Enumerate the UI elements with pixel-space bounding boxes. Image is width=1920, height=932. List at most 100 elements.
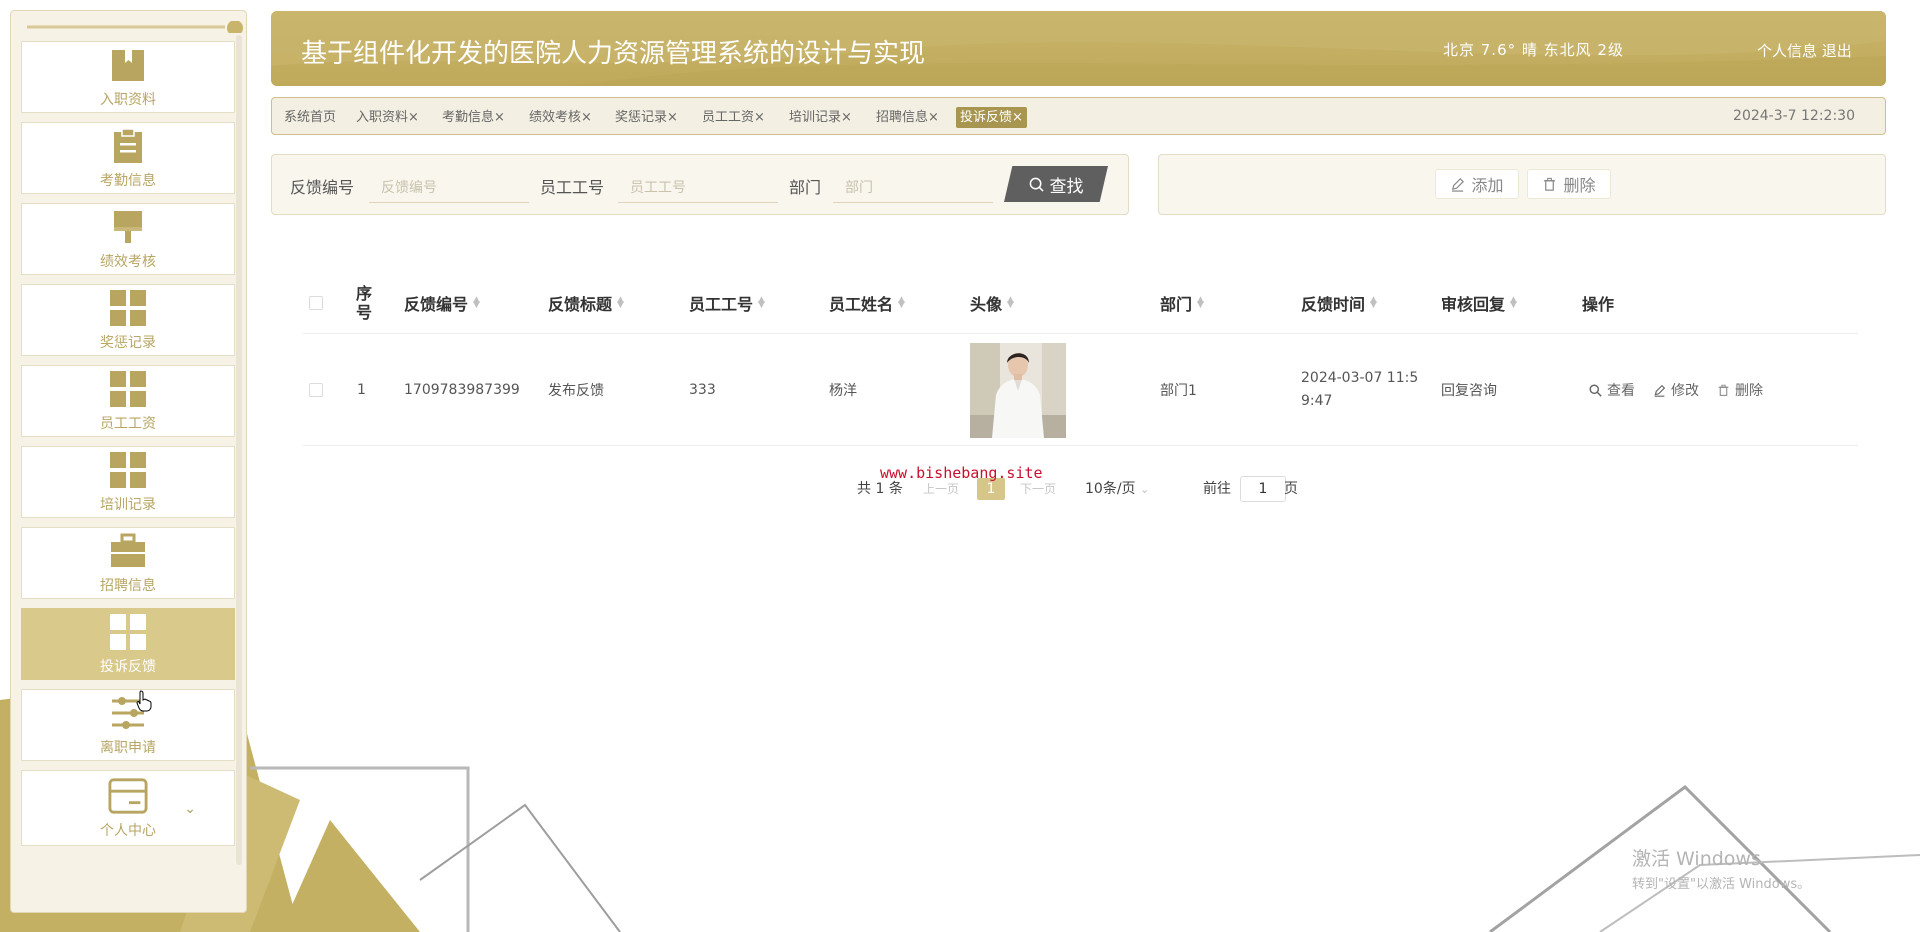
cell-emp-no: 333 <box>689 382 716 398</box>
sidebar-item-label: 考勤信息 <box>100 173 156 189</box>
tab-label: 招聘信息 <box>876 110 929 125</box>
col-time[interactable]: 反馈时间 ▲ ▼ <box>1301 272 1378 334</box>
sidebar-item-label: 绩效考核 <box>100 254 156 270</box>
feedback-no-label: 反馈编号 <box>290 178 355 197</box>
table-row: 1 1709783987399 发布反馈 333 杨洋 部门1 2024-03-… <box>303 334 1858 446</box>
edit-button[interactable]: 修改 <box>1653 380 1699 400</box>
col-emp-no[interactable]: 员工工号 ▲ ▼ <box>689 272 766 334</box>
select-all-checkbox[interactable] <box>309 296 323 310</box>
table-header: 序号 反馈编号 ▲ ▼ 反馈标题 ▲ ▼ 员工工号 ▲ ▼ 员工姓名 ▲ ▼ 头像 ▲ ▼ 部门 ▲ ▼… <box>303 272 1858 334</box>
sidebar-item-label: 培训记录 <box>100 497 156 513</box>
tab-attendance[interactable]: 考勤信息× <box>438 107 509 128</box>
sidebar-item-attendance[interactable]: 考勤信息 <box>21 122 235 194</box>
sidebar-item-label: 员工工资 <box>100 416 156 432</box>
sort-icon[interactable]: ▲ ▼ <box>1510 296 1518 310</box>
tab-label: 系统首页 <box>284 110 337 125</box>
close-icon[interactable]: × <box>1012 110 1023 125</box>
sidebar-item-label: 招聘信息 <box>100 578 156 594</box>
col-dept[interactable]: 部门 ▲ ▼ <box>1160 272 1205 334</box>
tab-salary[interactable]: 员工工资× <box>698 107 769 128</box>
sidebar-item-recruitment[interactable]: 招聘信息 <box>21 527 235 599</box>
tab-recruitment[interactable]: 招聘信息× <box>872 107 943 128</box>
sidebar-item-label: 投诉反馈 <box>100 659 156 675</box>
cell-title: 发布反馈 <box>548 383 604 399</box>
time-line: 2024-03-07 11:5 <box>1301 370 1419 386</box>
cell-feedback-no: 1709783987399 <box>404 382 520 398</box>
tab-rewards[interactable]: 奖惩记录× <box>611 107 682 128</box>
total-count: 1 <box>875 481 885 497</box>
col-label: 员工工号 <box>689 295 754 314</box>
tab-performance[interactable]: 绩效考核× <box>525 107 596 128</box>
profile-link[interactable]: 个人信息 <box>1757 42 1817 60</box>
tab-complaints[interactable]: 投诉反馈× <box>956 107 1027 128</box>
dept-input[interactable] <box>833 173 993 203</box>
grid-icon <box>108 612 148 652</box>
sort-icon[interactable]: ▲ ▼ <box>617 296 625 310</box>
sidebar-item-performance[interactable]: 绩效考核 <box>21 203 235 275</box>
row-delete-button[interactable]: 删除 <box>1717 380 1763 400</box>
goto-page-input[interactable] <box>1240 476 1286 502</box>
col-label: 员工姓名 <box>829 295 894 314</box>
sort-icon[interactable]: ▲ ▼ <box>758 296 766 310</box>
close-icon[interactable]: × <box>667 110 678 125</box>
select-all-cell <box>309 272 323 334</box>
edit-icon <box>1654 384 1666 397</box>
col-feedback-no[interactable]: 反馈编号 ▲ ▼ <box>404 272 481 334</box>
close-icon[interactable]: × <box>494 110 505 125</box>
col-avatar[interactable]: 头像 ▲ ▼ <box>970 272 1015 334</box>
tab-label: 员工工资 <box>702 110 755 125</box>
sort-icon[interactable]: ▲ ▼ <box>473 296 481 310</box>
col-label: 反馈标题 <box>548 295 613 314</box>
sort-icon[interactable]: ▲ ▼ <box>898 296 906 310</box>
tab-bar: 系统首页 入职资料× 考勤信息× 绩效考核× 奖惩记录× 员工工资× 培训记录×… <box>271 97 1886 135</box>
close-icon[interactable]: × <box>408 110 419 125</box>
tab-training[interactable]: 培训记录× <box>785 107 856 128</box>
sort-icon[interactable]: ▲ ▼ <box>1007 296 1015 310</box>
close-icon[interactable]: × <box>928 110 939 125</box>
col-label: 审核回复 <box>1441 295 1506 314</box>
sidebar-scrollbar[interactable] <box>236 35 242 865</box>
sidebar-item-onboarding[interactable]: 入职资料 <box>21 41 235 113</box>
tab-onboarding[interactable]: 入职资料× <box>352 107 423 128</box>
col-index: 序号 <box>356 284 373 322</box>
sidebar-item-rewards[interactable]: 奖惩记录 <box>21 284 235 356</box>
close-icon[interactable]: × <box>754 110 765 125</box>
close-icon[interactable]: × <box>581 110 592 125</box>
feedback-no-input[interactable] <box>369 173 529 203</box>
sort-icon[interactable]: ▲ ▼ <box>1197 296 1205 310</box>
col-title[interactable]: 反馈标题 ▲ ▼ <box>548 272 625 334</box>
col-label: 反馈编号 <box>404 295 469 314</box>
sidebar-item-profile[interactable]: 个人中心 ⌄ <box>21 770 235 846</box>
view-button[interactable]: 查看 <box>1589 380 1635 400</box>
col-emp-name[interactable]: 员工姓名 ▲ ▼ <box>829 272 906 334</box>
close-icon[interactable]: × <box>841 110 852 125</box>
col-actions: 操作 <box>1582 295 1615 314</box>
sidebar: 入职资料 考勤信息 绩效考核 奖惩记录 员工工资 培训记录 招聘信息 投诉反馈 … <box>10 10 247 913</box>
logout-link[interactable]: 退出 <box>1822 42 1852 60</box>
hand-cursor-icon <box>136 690 152 712</box>
add-button[interactable]: 添加 <box>1435 169 1519 199</box>
search-button[interactable]: 查找 <box>1004 166 1108 202</box>
search-icon <box>1029 177 1044 192</box>
book-icon <box>108 45 148 85</box>
total-prefix: 共 <box>857 481 871 497</box>
tab-label: 绩效考核 <box>529 110 582 125</box>
feedback-table: 序号 反馈编号 ▲ ▼ 反馈标题 ▲ ▼ 员工工号 ▲ ▼ 员工姓名 ▲ ▼ 头像 ▲ ▼ 部门 ▲ ▼… <box>303 272 1858 446</box>
sidebar-item-complaints[interactable]: 投诉反馈 <box>21 608 235 680</box>
page-size-select[interactable]: 10条/页 ⌄ <box>1085 478 1149 501</box>
row-checkbox[interactable] <box>309 383 323 397</box>
trash-icon <box>1544 177 1556 191</box>
sidebar-item-salary[interactable]: 员工工资 <box>21 365 235 437</box>
avatar[interactable] <box>970 342 1066 438</box>
view-label: 查看 <box>1607 383 1635 399</box>
sort-icon[interactable]: ▲ ▼ <box>1370 296 1378 310</box>
emp-no-input[interactable] <box>618 173 778 203</box>
col-reply[interactable]: 审核回复 ▲ ▼ <box>1441 272 1518 334</box>
tab-home[interactable]: 系统首页 <box>280 107 340 128</box>
sidebar-item-resignation[interactable]: 离职申请 <box>21 689 235 761</box>
delete-button[interactable]: 删除 <box>1527 169 1611 199</box>
sidebar-item-label: 奖惩记录 <box>100 335 156 351</box>
sidebar-item-training[interactable]: 培训记录 <box>21 446 235 518</box>
search-button-label: 查找 <box>1049 176 1084 196</box>
page-title: 基于组件化开发的医院人力资源管理系统的设计与实现 <box>301 39 926 69</box>
